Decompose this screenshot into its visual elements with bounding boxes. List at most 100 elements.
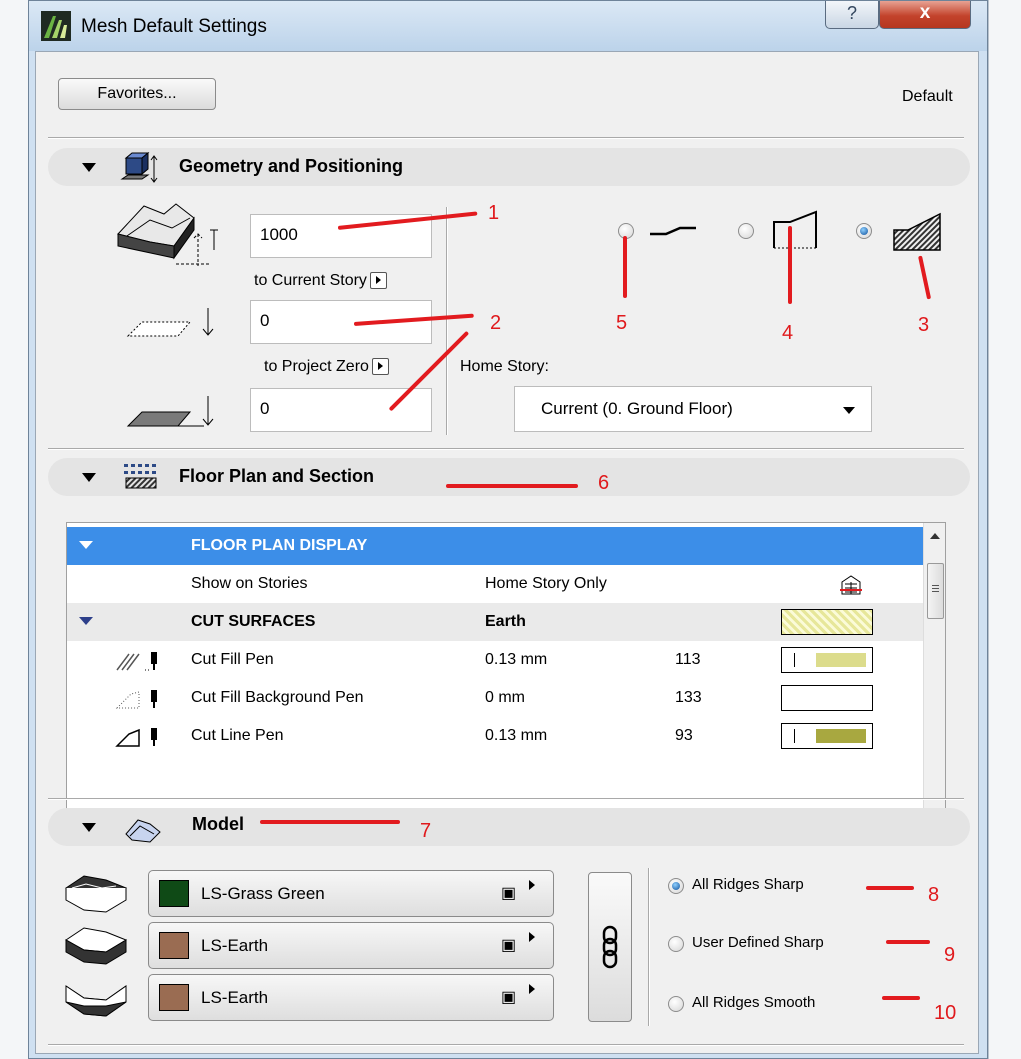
expand-triangle-icon[interactable]	[79, 541, 93, 549]
current-story-arrow-button[interactable]	[369, 272, 387, 290]
top-material-name: LS-Grass Green	[201, 884, 325, 903]
side-material-picker[interactable]: LS-Earth ▣	[148, 922, 554, 969]
bottom-material-picker[interactable]: LS-Earth ▣	[148, 974, 554, 1021]
ridge-option-user-defined-radio[interactable]	[668, 936, 684, 952]
story-offset-icon	[126, 308, 214, 337]
earth-fill-swatch[interactable]	[781, 609, 873, 635]
cut-surfaces-value: Earth	[485, 613, 526, 630]
collapse-triangle-icon[interactable]	[82, 473, 96, 482]
link-materials-button[interactable]	[588, 872, 632, 1022]
favorites-button[interactable]: Favorites...	[58, 78, 216, 110]
table-row-show-on-stories[interactable]: Show on Stories Home Story Only	[67, 565, 923, 603]
table-row-cut-surfaces[interactable]: CUT SURFACES Earth	[67, 603, 923, 641]
home-story-dropdown[interactable]: Current (0. Ground Floor)	[514, 386, 872, 432]
model-mesh-icon	[125, 819, 161, 843]
mesh-elevation-icon	[117, 203, 218, 266]
top-material-color	[159, 880, 189, 907]
to-current-story-text: to Current Story	[254, 272, 367, 289]
divider	[48, 137, 964, 139]
table-row-cut-fill-pen[interactable]: Cut Fill Pen 0.13 mm 113	[67, 641, 923, 679]
cut-line-pen-number: 93	[675, 727, 693, 744]
floor-plan-section-icon	[124, 464, 157, 489]
vertical-divider	[446, 207, 448, 435]
line-pen-icon	[115, 728, 157, 747]
table-row-cut-fill-background-pen[interactable]: Cut Fill Background Pen 0 mm 133	[67, 679, 923, 717]
cut-line-pen-swatch[interactable]	[781, 723, 873, 749]
bottom-material-color	[159, 984, 189, 1011]
divider	[48, 448, 964, 450]
floor-plan-section-title: Floor Plan and Section	[179, 466, 375, 486]
ridge-option-sharp-radio[interactable]	[668, 878, 684, 894]
background-pen-icon	[115, 690, 157, 709]
collapse-triangle-icon[interactable]	[82, 163, 96, 172]
divider	[48, 798, 964, 800]
divider	[48, 1044, 964, 1046]
table-row-cut-line-pen[interactable]: Cut Line Pen 0.13 mm 93	[67, 717, 923, 755]
expand-triangle-icon[interactable]	[79, 617, 93, 625]
bottom-material-name: LS-Earth	[201, 988, 269, 1007]
show-on-stories-label: Show on Stories	[191, 575, 308, 592]
all-ridges-sharp-label: All Ridges Sharp	[692, 876, 804, 893]
annotation-number: 10	[934, 1002, 957, 1024]
dialog-body: Favorites... Default Geometry and Positi…	[35, 51, 979, 1054]
annotation-number: 6	[598, 472, 610, 494]
cut-fill-background-pen-swatch[interactable]	[781, 685, 873, 711]
material-library-icon: ▣	[501, 937, 517, 954]
annotation-number: 8	[928, 884, 940, 906]
close-button[interactable]: x	[879, 1, 971, 29]
annotation-number: 5	[616, 312, 628, 334]
fill-pen-icon	[116, 652, 157, 671]
default-status-label: Default	[902, 88, 953, 105]
geometry-section-header[interactable]: Geometry and Positioning	[48, 148, 970, 186]
model-section-header[interactable]: Model	[48, 808, 970, 846]
ridge-option-smooth-radio[interactable]	[668, 996, 684, 1012]
cut-fill-background-pen-weight: 0 mm	[485, 689, 525, 706]
structure-skirt-radio[interactable]	[738, 223, 754, 239]
top-material-picker[interactable]: LS-Grass Green ▣	[148, 870, 554, 917]
help-button[interactable]: ?	[825, 1, 879, 29]
cut-fill-pen-number: 113	[675, 651, 701, 668]
mesh-settings-dialog: Mesh Default Settings ? x Favorites... D…	[28, 0, 988, 1059]
chevron-down-icon	[843, 407, 855, 414]
annotation-line	[260, 820, 400, 824]
background-app-right	[988, 0, 1021, 1059]
material-library-icon: ▣	[501, 885, 517, 902]
cut-fill-pen-swatch[interactable]	[781, 647, 873, 673]
cut-fill-background-pen-number: 133	[675, 689, 702, 706]
table-scrollbar[interactable]	[923, 523, 945, 827]
archicad-app-icon	[41, 11, 71, 41]
user-defined-sharp-label: User Defined Sharp	[692, 934, 824, 951]
show-on-stories-value: Home Story Only	[485, 575, 607, 592]
chain-link-icon	[602, 925, 618, 969]
story-building-icon	[840, 575, 862, 595]
structure-solid-radio[interactable]	[856, 223, 872, 239]
annotation-number: 3	[918, 314, 930, 336]
table-row-floor-plan-display[interactable]: FLOOR PLAN DISPLAY	[67, 527, 923, 565]
annotation-number: 9	[944, 944, 956, 966]
home-story-value: Current (0. Ground Floor)	[541, 399, 733, 418]
scroll-up-icon[interactable]	[930, 533, 940, 539]
to-project-zero-label: to Project Zero	[264, 358, 389, 376]
model-section-title: Model	[192, 814, 244, 834]
project-zero-icon	[126, 396, 214, 427]
title-bar[interactable]: Mesh Default Settings ? x	[29, 1, 987, 51]
arrow-right-icon	[529, 984, 535, 994]
collapse-triangle-icon[interactable]	[82, 823, 96, 832]
geometry-section-title: Geometry and Positioning	[179, 156, 404, 176]
annotation-number: 2	[490, 312, 502, 334]
vertical-divider	[648, 868, 650, 1026]
floor-plan-section-header[interactable]: Floor Plan and Section	[48, 458, 970, 496]
cut-fill-pen-label: Cut Fill Pen	[191, 651, 274, 668]
project-zero-arrow-button[interactable]	[371, 358, 389, 376]
surface-only-icon	[650, 226, 696, 236]
floor-plan-settings-table: FLOOR PLAN DISPLAY Show on Stories Home …	[66, 522, 946, 828]
background-app-left	[0, 0, 29, 1059]
geometry-positioning-icon	[120, 152, 158, 183]
cut-line-pen-label: Cut Line Pen	[191, 727, 284, 744]
top-and-skirt-icon	[773, 210, 817, 249]
side-surface-icon	[65, 927, 128, 965]
to-current-story-label: to Current Story	[254, 272, 387, 290]
scrollbar-thumb[interactable]	[927, 563, 944, 619]
side-material-name: LS-Earth	[201, 936, 269, 955]
window-title: Mesh Default Settings	[81, 16, 267, 37]
